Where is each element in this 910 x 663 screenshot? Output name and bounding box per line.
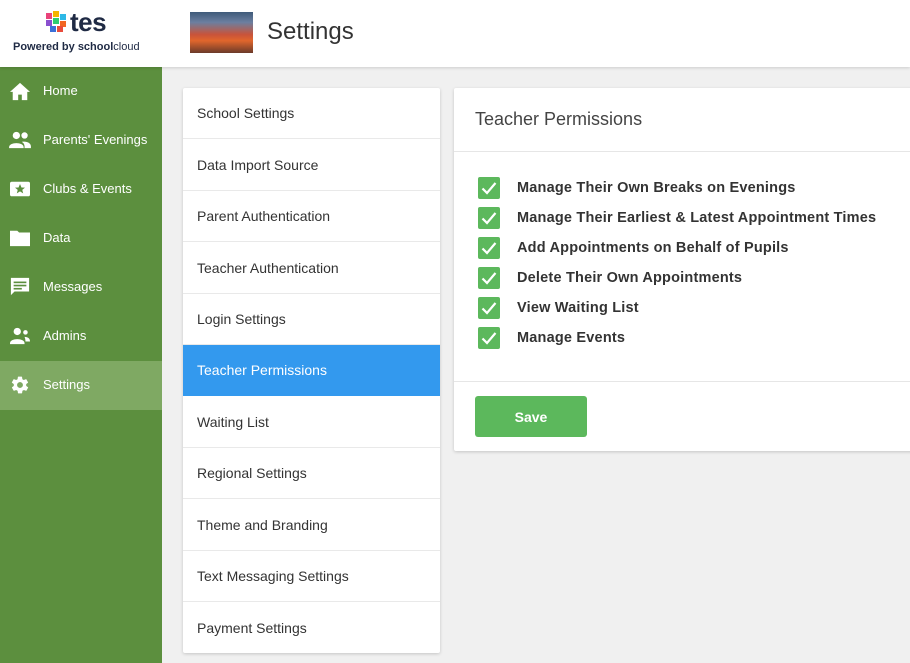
panel-divider [454, 381, 910, 382]
menu-item-teacher-permissions[interactable]: Teacher Permissions [183, 345, 440, 396]
checkbox[interactable] [478, 297, 500, 319]
permission-manage-appointment-times[interactable]: Manage Their Earliest & Latest Appointme… [478, 207, 876, 229]
menu-item-payment-settings[interactable]: Payment Settings [183, 602, 440, 653]
menu-item-school-settings[interactable]: School Settings [183, 88, 440, 139]
sidebar-item-label: Parents' Evenings [43, 132, 148, 147]
permission-delete-appointments[interactable]: Delete Their Own Appointments [478, 267, 742, 289]
checkbox[interactable] [478, 177, 500, 199]
permission-label: View Waiting List [517, 300, 639, 316]
folder-icon [10, 230, 30, 247]
tes-logo: tes [45, 7, 107, 37]
sidebar-item-admins[interactable]: Admins [0, 312, 162, 361]
checkbox[interactable] [478, 237, 500, 259]
home-icon [10, 82, 30, 101]
permission-label: Add Appointments on Behalf of Pupils [517, 240, 789, 256]
save-button[interactable]: Save [475, 396, 587, 437]
sidebar-item-messages[interactable]: Messages [0, 263, 162, 312]
sidebar-item-label: Clubs & Events [43, 181, 132, 196]
checkbox[interactable] [478, 327, 500, 349]
permission-add-appointments[interactable]: Add Appointments on Behalf of Pupils [478, 237, 789, 259]
check-icon [481, 242, 497, 255]
brand[interactable]: tes Powered by schoolcloud [0, 0, 162, 67]
star-card-icon [10, 181, 30, 197]
check-icon [481, 302, 497, 315]
permission-manage-events[interactable]: Manage Events [478, 327, 625, 349]
check-icon [481, 272, 497, 285]
top-bar: tes Powered by schoolcloud Settings [0, 0, 910, 67]
schoolcloud-school: school [77, 41, 114, 53]
sidebar-item-label: Messages [43, 279, 103, 294]
menu-item-login-settings[interactable]: Login Settings [183, 294, 440, 345]
permission-label: Manage Events [517, 330, 626, 346]
check-icon [481, 212, 497, 225]
schoolcloud-cloud: cloud [113, 41, 140, 53]
panel-divider [454, 151, 910, 152]
checkbox[interactable] [478, 207, 500, 229]
settings-menu: School Settings Data Import Source Paren… [183, 88, 440, 653]
sidebar-item-clubs-events[interactable]: Clubs & Events [0, 165, 162, 214]
teacher-permissions-panel: Teacher Permissions Manage Their Own Bre… [454, 88, 910, 451]
menu-item-data-import-source[interactable]: Data Import Source [183, 139, 440, 191]
permission-label: Manage Their Own Breaks on Evenings [517, 180, 796, 196]
people-icon [9, 131, 31, 149]
sidebar-item-settings[interactable]: Settings [0, 361, 162, 410]
sidebar-item-label: Data [43, 230, 71, 245]
check-icon [481, 332, 497, 345]
menu-item-text-messaging-settings[interactable]: Text Messaging Settings [183, 551, 440, 602]
menu-item-theme-and-branding[interactable]: Theme and Branding [183, 499, 440, 551]
tes-wordmark: tes [70, 7, 107, 37]
sidebar-item-home[interactable]: Home [0, 67, 162, 116]
admins-icon [10, 327, 30, 345]
tes-cube-icon [46, 11, 66, 32]
sidebar-item-label: Settings [43, 377, 90, 392]
powered-by-text: Powered by schoolcloud [13, 41, 140, 53]
permission-view-waiting-list[interactable]: View Waiting List [478, 297, 639, 319]
message-icon [10, 277, 30, 296]
checkbox[interactable] [478, 267, 500, 289]
permission-label: Delete Their Own Appointments [517, 270, 743, 286]
powered-by-label: Powered by [13, 41, 75, 53]
menu-item-teacher-authentication[interactable]: Teacher Authentication [183, 242, 440, 294]
permission-label: Manage Their Earliest & Latest Appointme… [517, 210, 877, 226]
school-banner-image [190, 12, 253, 53]
sidebar-item-label: Home [43, 83, 78, 98]
sidebar-item-data[interactable]: Data [0, 214, 162, 263]
sidebar: Home Parents' Evenings Clubs & Events Da… [0, 67, 162, 663]
menu-item-regional-settings[interactable]: Regional Settings [183, 448, 440, 499]
page-title: Settings [267, 18, 354, 45]
gear-icon [11, 376, 29, 394]
sidebar-item-label: Admins [43, 328, 87, 343]
sidebar-item-parents-evenings[interactable]: Parents' Evenings [0, 116, 162, 165]
menu-item-parent-authentication[interactable]: Parent Authentication [183, 191, 440, 242]
menu-item-waiting-list[interactable]: Waiting List [183, 396, 440, 448]
panel-title: Teacher Permissions [475, 109, 643, 129]
check-icon [481, 182, 497, 195]
permission-manage-breaks[interactable]: Manage Their Own Breaks on Evenings [478, 177, 796, 199]
